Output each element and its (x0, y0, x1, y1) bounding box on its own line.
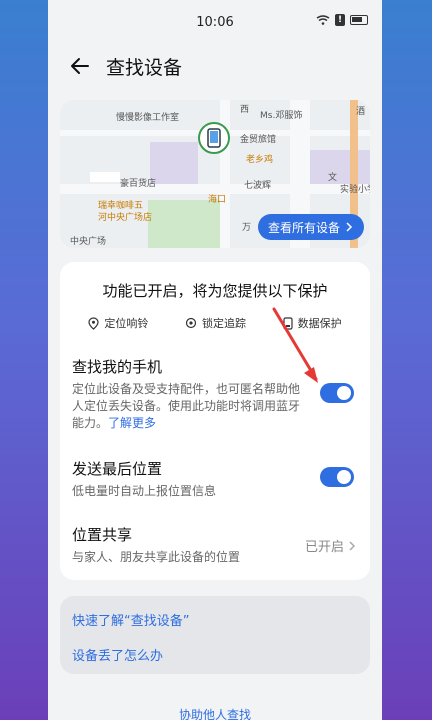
page-title: 查找设备 (106, 56, 183, 79)
device-location-marker[interactable] (198, 122, 230, 154)
location-share-status[interactable]: 已开启 (305, 536, 356, 555)
location-pin-icon (88, 316, 99, 330)
last-location-desc: 低电量时自动上报位置信息 (72, 484, 217, 498)
map-label: 老乡鸡 (246, 155, 274, 165)
map-label: 河中央广场店 (98, 213, 153, 223)
map-view[interactable]: 慢慢影像工作室 Ms.邓服饰 金贸旅馆 老乡鸡 豪百货店 七波辉 瑞幸咖啡五 河… (60, 100, 370, 248)
map-label: 实验小学 (340, 185, 370, 195)
last-location-toggle[interactable] (320, 467, 354, 487)
map-label: 海口 (208, 195, 227, 205)
red-arrow-annotation (272, 307, 318, 383)
quick-guide-link[interactable]: 快速了解“查找设备” (72, 610, 358, 629)
see-all-devices-button[interactable]: 查看所有设备 (257, 214, 364, 240)
map-label: 七波辉 (244, 181, 272, 191)
feature-label: 定位响铃 (104, 317, 149, 330)
phone-icon (207, 128, 221, 148)
assist-others-link[interactable]: 协助他人查找 (48, 706, 382, 720)
map-label: 豪百货店 (120, 179, 157, 189)
help-card: 快速了解“查找设备” 设备丢了怎么办 (60, 596, 370, 674)
chevron-right-icon (349, 540, 356, 551)
back-arrow-icon[interactable] (68, 54, 92, 78)
last-location-title: 发送最后位置 (72, 460, 163, 478)
map-label: 西 (240, 105, 250, 115)
header: 查找设备 (48, 44, 382, 88)
find-phone-toggle[interactable] (320, 383, 354, 403)
lost-device-help-link[interactable]: 设备丢了怎么办 (72, 645, 358, 664)
battery-icon (350, 15, 368, 25)
location-share-title: 位置共享 (72, 526, 133, 544)
map-label: 酒 (356, 107, 366, 117)
map-label: 中央广场 (70, 237, 107, 247)
location-share-desc: 与家人、朋友共享此设备的位置 (72, 550, 241, 564)
feature-item: 定位响铃 (88, 315, 148, 331)
alert-icon: ! (335, 14, 345, 26)
location-share-row[interactable]: 位置共享 与家人、朋友共享此设备的位置 (72, 524, 290, 566)
map-label: Ms.邓服饰 (260, 111, 303, 121)
see-all-devices-label: 查看所有设备 (267, 220, 340, 235)
protection-heading: 功能已开启，将为您提供以下保护 (102, 282, 328, 300)
status-icons: ! (316, 14, 368, 26)
status-time: 10:06 (196, 14, 234, 30)
lock-track-icon (185, 317, 197, 329)
status-bar: 10:06 ! (48, 0, 382, 44)
learn-more-link[interactable]: 了解更多 (108, 416, 156, 430)
wifi-icon (316, 15, 330, 25)
map-label: 文 (328, 173, 338, 183)
map-label: 金贸旅馆 (240, 135, 277, 145)
location-share-status-text: 已开启 (304, 540, 344, 555)
last-location-row: 发送最后位置 低电量时自动上报位置信息 (72, 458, 358, 500)
map-label: 慢慢影像工作室 (116, 113, 180, 123)
map-label: 万 (242, 223, 252, 233)
chevron-right-icon (346, 222, 353, 232)
